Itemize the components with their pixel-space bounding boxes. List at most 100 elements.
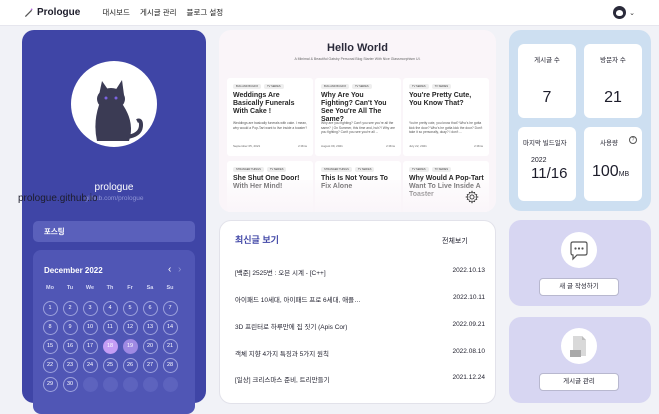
post-tags: STRANGER THINGS TV SERIES [233, 167, 289, 172]
gear-icon[interactable] [465, 190, 479, 204]
calendar-day[interactable]: 25 [102, 358, 118, 373]
post-tag: TV SERIES [431, 167, 452, 172]
new-post-button[interactable]: 새 글 작성하기 [539, 278, 619, 296]
list-item[interactable]: 객체 지향 4가지 특징과 5가지 원칙 2022.08.10 [235, 348, 485, 362]
post-tags: STRANGER THINGS TV SERIES [321, 167, 377, 172]
nav-dashboard[interactable]: 대시보드 [102, 7, 130, 18]
calendar-day-empty [142, 377, 158, 392]
logo-text: Prologue [37, 7, 81, 18]
main-nav: 대시보드 게시글 관리 블로그 설정 [102, 7, 233, 18]
calendar-day[interactable]: 30 [62, 377, 78, 392]
post-date: July 22, 2021 [409, 144, 427, 148]
calendar-weekday: Mo [46, 285, 54, 291]
visitor-count-stat: 방문자 수 21 [584, 44, 642, 118]
chevron-left-icon[interactable]: ‹ [168, 264, 171, 275]
logo[interactable]: Prologue [24, 7, 80, 18]
visitor-count-label: 방문자 수 [600, 57, 626, 64]
preview-subtitle: A Minimal & Beautiful Gatsby Personal Bl… [294, 57, 421, 61]
calendar-day[interactable]: 27 [142, 358, 158, 373]
calendar-day-empty [82, 377, 98, 392]
calendar-weekday: Fr [127, 285, 133, 291]
calendar-day[interactable]: 26 [122, 358, 138, 373]
blog-url[interactable]: prologue.github.io [18, 193, 98, 204]
calendar-day[interactable]: 6 [142, 301, 158, 316]
post-description: You're pretty cute, you know that? Who's… [409, 121, 483, 135]
preview-title: Hello World [327, 42, 388, 54]
view-all-link[interactable]: 전체보기 [442, 236, 468, 246]
calendar-day[interactable]: 9 [62, 320, 78, 335]
post-tag: BUG AND BUGFIX [233, 84, 262, 89]
avatar [613, 6, 627, 19]
preview-post-card[interactable]: BUG AND BUGFIX TV SERIES Weddings Are Basi… [227, 78, 313, 156]
nav-post-management[interactable]: 게시글 관리 [140, 7, 177, 18]
post-count-value: 7 [542, 89, 552, 106]
calendar-day-empty [162, 377, 178, 392]
recent-post-date: 2022.09.21 [452, 321, 485, 328]
pen-icon [24, 8, 33, 17]
calendar-day[interactable]: 10 [82, 320, 98, 335]
calendar-day[interactable]: 18 [102, 339, 118, 354]
list-item[interactable]: [백준] 2525번 : 오븐 시계 - [C++] 2022.10.13 [235, 267, 485, 281]
help-icon[interactable]: ? [629, 136, 637, 144]
list-item[interactable]: 3D 프린터로 하루만에 집 짓기 (Apis Cor) 2022.09.21 [235, 321, 485, 335]
preview-post-card[interactable]: TV SERIES TV SERIES You're Pretty Cute, Yo… [403, 78, 489, 156]
recent-post-title: [백준] 2525번 : 오븐 시계 - [C++] [235, 270, 326, 277]
chevron-right-icon[interactable]: › [178, 264, 181, 275]
calendar-day[interactable]: 28 [162, 358, 178, 373]
post-tags: TV SERIES TV SERIES [409, 167, 454, 172]
calendar-day[interactable]: 1 [42, 301, 58, 316]
manage-posts-button[interactable]: 게시글 관리 [539, 373, 619, 391]
usage-unit: MB [618, 171, 630, 178]
blog-preview[interactable]: Hello World A Minimal & Beautiful Gatsby… [219, 30, 496, 212]
calendar-day[interactable]: 16 [62, 339, 78, 354]
calendar-day[interactable]: 8 [42, 320, 58, 335]
calendar-day[interactable]: 14 [162, 320, 178, 335]
chevron-down-icon: ⌄ [629, 9, 635, 17]
post-count-stat: 게시글 수 7 [518, 44, 576, 118]
recent-post-date: 2022.08.10 [452, 348, 485, 355]
calendar-day[interactable]: 5 [122, 301, 138, 316]
post-tag: BUG AND BUGFIX [321, 84, 350, 89]
calendar-day[interactable]: 21 [162, 339, 178, 354]
post-title: You're Pretty Cute, You Know That? [409, 92, 472, 107]
recent-post-title: 객체 지향 4가지 특징과 5가지 원칙 [235, 351, 329, 358]
post-tag: TV SERIES [264, 84, 284, 89]
recent-post-title: 3D 프린터로 하루만에 집 짓기 (Apis Cor) [235, 324, 348, 331]
post-tags: BUG AND BUGFIX TV SERIES [233, 84, 287, 89]
profile-menu-button[interactable]: ⌄ [613, 6, 635, 19]
calendar-day[interactable]: 19 [122, 339, 138, 354]
recent-post-date: 2021.12.24 [452, 374, 485, 381]
calendar-day[interactable]: 24 [82, 358, 98, 373]
preview-post-card[interactable]: BUG AND BUGFIX TV SERIES Why Are You Fight… [315, 78, 401, 156]
new-post-card: 새 글 작성하기 [509, 220, 651, 306]
post-tag: STRANGER THINGS [233, 167, 264, 172]
calendar-day[interactable]: 15 [42, 339, 58, 354]
post-date: September 05, 2021 [233, 144, 261, 148]
nav-blog-settings[interactable]: 블로그 설정 [187, 7, 224, 18]
manage-posts-icon-circle [561, 328, 597, 364]
calendar-day[interactable]: 17 [82, 339, 98, 354]
calendar-day[interactable]: 2 [62, 301, 78, 316]
post-title: Weddings Are Basically Funerals With Cak… [233, 92, 295, 115]
calendar-day[interactable]: 3 [82, 301, 98, 316]
calendar-day[interactable]: 22 [42, 358, 58, 373]
post-date: August 09, 2021 [321, 144, 343, 148]
calendar-day[interactable]: 29 [42, 377, 58, 392]
usage-stat: 사용량 ? 100MB [584, 127, 642, 201]
list-item[interactable]: 아이패드 10세대, 아이패드 프로 6세대, 애플… 2022.10.11 [235, 294, 485, 308]
calendar-day[interactable]: 11 [102, 320, 118, 335]
calendar-day[interactable]: 4 [102, 301, 118, 316]
calendar-day[interactable]: 20 [142, 339, 158, 354]
calendar: December 2022 ‹ › Mo Tu We Th Fr Sa Su 1 2 3 4 5 6 7 8… [33, 250, 195, 414]
calendar-day[interactable]: 7 [162, 301, 178, 316]
list-item[interactable]: [일상] 크리스마스 준비, 트리만들기 2021.12.24 [235, 374, 485, 388]
calendar-day[interactable]: 23 [62, 358, 78, 373]
posting-button[interactable]: 포스팅 [33, 221, 195, 242]
post-tag: TV SERIES [431, 84, 452, 89]
post-read-time: 2 Mins [386, 144, 395, 148]
calendar-day[interactable]: 12 [122, 320, 138, 335]
post-tags: TV SERIES TV SERIES [409, 84, 454, 89]
cat-icon [95, 80, 144, 141]
recent-post-date: 2022.10.11 [452, 294, 485, 301]
calendar-day[interactable]: 13 [142, 320, 158, 335]
